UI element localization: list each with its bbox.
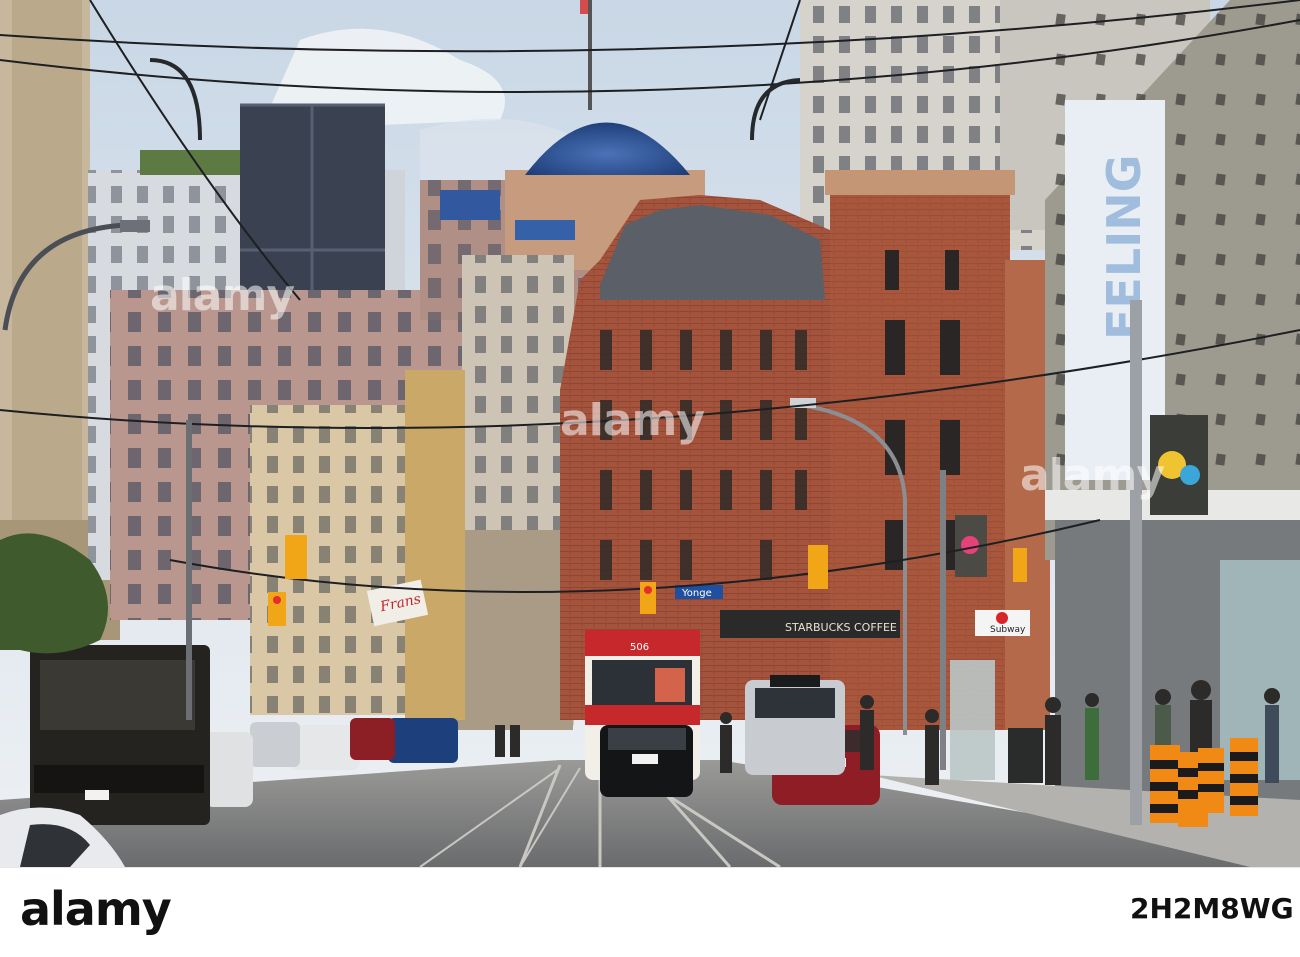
blue-car	[388, 718, 458, 763]
delivery-truck	[30, 645, 210, 825]
svg-text:Subway: Subway	[990, 625, 1026, 635]
svg-text:STARBUCKS COFFEE: STARBUCKS COFFEE	[785, 621, 897, 634]
image-id: 2H2M8WG	[1130, 892, 1294, 925]
watermark-text: alamy	[560, 395, 705, 446]
alamy-logo[interactable]: alamy	[20, 882, 172, 936]
traffic-light	[285, 535, 307, 579]
svg-text:506: 506	[630, 642, 649, 653]
watermark-text: alamy	[1020, 450, 1165, 501]
trash-bin	[1008, 728, 1043, 783]
white-car	[290, 725, 360, 770]
watermark-text: alamy	[150, 270, 295, 321]
svg-text:Yonge: Yonge	[681, 588, 712, 599]
street-pole	[1130, 300, 1142, 825]
billboard-text: FELING	[1097, 154, 1151, 340]
subway-entrance	[950, 660, 995, 780]
footer-bar: alamy 2H2M8WG	[0, 867, 1300, 957]
construction-barrels	[1150, 738, 1258, 827]
silver-car-left	[205, 732, 253, 807]
